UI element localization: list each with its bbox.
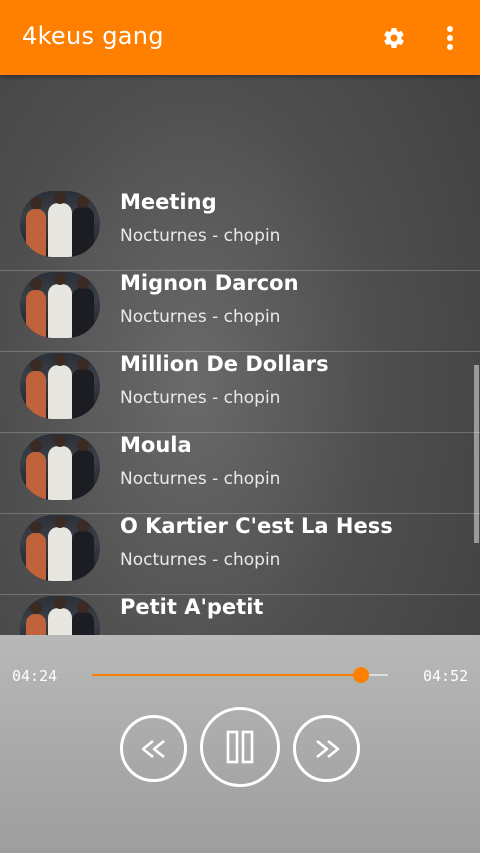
album-art	[20, 191, 100, 257]
fast-forward-button[interactable]	[293, 715, 360, 782]
seek-bar[interactable]	[92, 667, 388, 683]
app-title: 4keus gang	[22, 22, 164, 50]
song-title: Mignon Darcon	[120, 271, 299, 295]
song-title: O Kartier C'est La Hess	[120, 514, 393, 538]
song-artist: Nocturnes - chopin	[120, 388, 281, 408]
more-vert-icon[interactable]	[440, 24, 460, 52]
album-art	[20, 515, 100, 581]
song-artist: Nocturnes - chopin	[120, 226, 281, 246]
list-item[interactable]: Meeting Nocturnes - chopin	[0, 190, 480, 271]
song-artist: Nocturnes - chopin	[120, 469, 281, 489]
song-artist: Nocturnes - chopin	[120, 307, 281, 327]
album-art	[20, 272, 100, 338]
total-duration: 04:52	[423, 667, 469, 685]
song-title: Petit A'petit	[120, 595, 264, 619]
album-art	[20, 596, 100, 635]
seek-progress	[92, 674, 362, 676]
pause-button[interactable]	[200, 707, 280, 787]
app-bar: 4keus gang	[0, 0, 480, 75]
fast-forward-icon	[315, 739, 339, 758]
gear-icon[interactable]	[382, 26, 406, 50]
list-item[interactable]: Million De Dollars Nocturnes - chopin	[0, 352, 480, 433]
list-item[interactable]: Mignon Darcon Nocturnes - chopin	[0, 271, 480, 352]
elapsed-time: 04:24	[12, 667, 58, 685]
player-panel: 04:24 04:52	[0, 635, 480, 853]
song-title: Million De Dollars	[120, 352, 329, 376]
list-item[interactable]: Moula Nocturnes - chopin	[0, 433, 480, 514]
seek-knob[interactable]	[353, 667, 370, 683]
song-artist: Nocturnes - chopin	[120, 550, 281, 570]
song-title: Moula	[120, 433, 192, 457]
list-item[interactable]: Petit A'petit	[0, 595, 480, 635]
rewind-button[interactable]	[120, 715, 187, 782]
album-art	[20, 434, 100, 500]
list-scrollbar[interactable]	[474, 365, 479, 543]
song-title: Meeting	[120, 190, 217, 214]
rewind-icon	[141, 739, 165, 758]
pause-icon	[226, 730, 254, 764]
song-list[interactable]: Meeting Nocturnes - chopin Mignon Darcon No…	[0, 190, 480, 635]
album-art	[20, 353, 100, 419]
list-item[interactable]: O Kartier C'est La Hess Nocturnes - chopi…	[0, 514, 480, 595]
